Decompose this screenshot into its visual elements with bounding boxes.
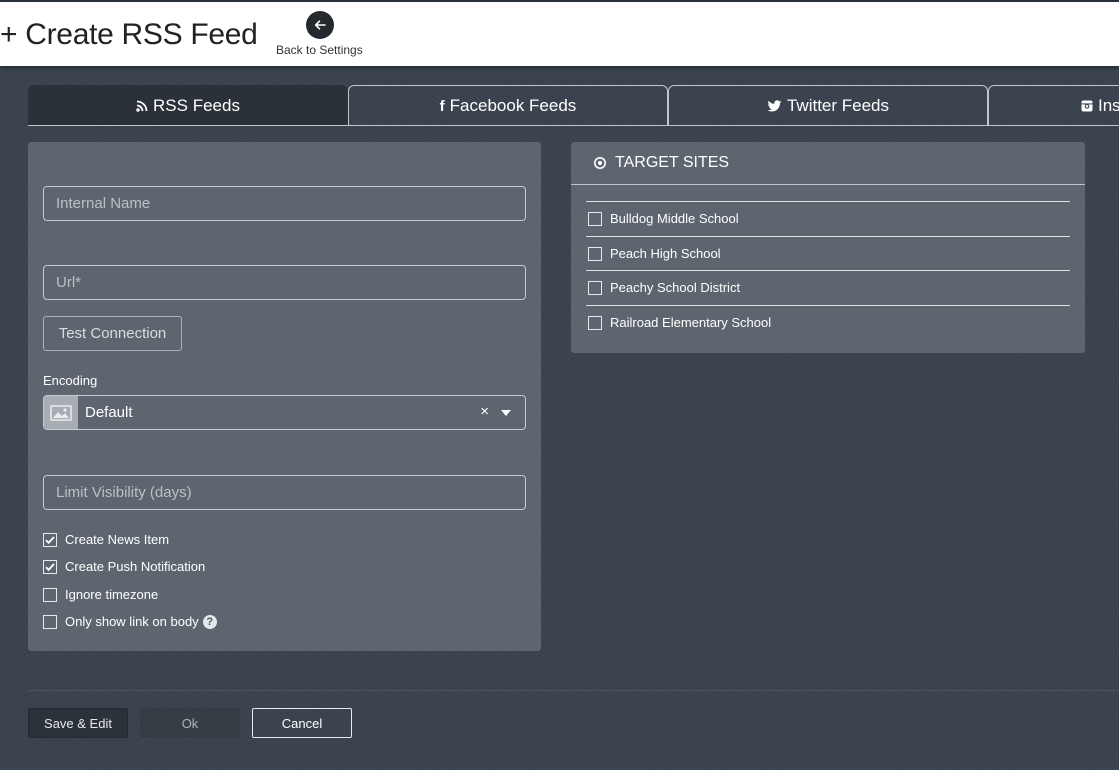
test-connection-button[interactable]: Test Connection	[43, 316, 182, 351]
tab-label: Facebook Feeds	[449, 96, 577, 115]
ok-button[interactable]: Ok	[140, 708, 240, 738]
facebook-icon: f	[439, 97, 445, 115]
checkbox-unchecked-icon[interactable]	[588, 315, 602, 330]
chevron-down-icon[interactable]	[501, 410, 511, 416]
encoding-select[interactable]: Default ×	[43, 395, 526, 430]
save-edit-button[interactable]: Save & Edit	[28, 708, 128, 738]
twitter-icon	[767, 99, 782, 113]
encoding-value: Default	[85, 404, 133, 421]
site-label: Railroad Elementary School	[610, 315, 772, 330]
site-label: Bulldog Middle School	[610, 211, 739, 226]
help-icon[interactable]: ?	[202, 614, 217, 629]
feed-settings-panel: Test Connection Encoding Default × Creat…	[28, 142, 541, 651]
tab-rss-feeds[interactable]: RSS Feeds	[28, 85, 348, 126]
back-to-settings-link[interactable]: Back to Settings	[276, 43, 363, 57]
site-item[interactable]: Bulldog Middle School	[586, 201, 1070, 235]
feed-tabs: RSS Feeds f Facebook Feeds Twitter Feeds…	[28, 85, 1119, 126]
tab-facebook-feeds[interactable]: f Facebook Feeds	[348, 85, 668, 126]
instagram-icon	[1081, 100, 1093, 112]
site-label: Peachy School District	[610, 280, 741, 295]
target-icon	[593, 156, 607, 170]
create-push-notification-checkbox[interactable]: Create Push Notification	[43, 559, 205, 574]
rss-icon	[136, 100, 148, 112]
checkbox-unchecked-icon[interactable]	[588, 280, 602, 295]
site-item[interactable]: Railroad Elementary School	[586, 305, 1070, 339]
checkbox-label: Ignore timezone	[65, 587, 159, 602]
target-sites-panel: TARGET SITES Bulldog Middle School Peach…	[571, 142, 1085, 353]
cancel-button[interactable]: Cancel	[252, 708, 352, 738]
site-item[interactable]: Peach High School	[586, 236, 1070, 270]
tab-divider	[28, 125, 1119, 126]
tab-twitter-feeds[interactable]: Twitter Feeds	[668, 85, 988, 126]
ignore-timezone-checkbox[interactable]: Ignore timezone	[43, 587, 158, 602]
tab-label: RSS Feeds	[153, 96, 240, 115]
tab-instagram-feeds[interactable]: Inst	[988, 85, 1119, 126]
checkbox-unchecked-icon[interactable]	[43, 587, 57, 602]
page-title: + Create RSS Feed	[0, 18, 258, 51]
url-input[interactable]	[43, 265, 526, 300]
page-header: + Create RSS Feed Back to Settings	[0, 0, 1119, 66]
checkbox-label: Create News Item	[65, 532, 170, 547]
checkbox-unchecked-icon[interactable]	[43, 614, 57, 629]
site-label: Peach High School	[610, 246, 721, 261]
checkbox-label: Create Push Notification	[65, 559, 206, 574]
tab-label: Inst	[1098, 96, 1119, 115]
checkbox-checked-icon[interactable]	[43, 559, 57, 574]
image-placeholder-icon	[44, 396, 78, 429]
footer-divider	[28, 690, 1119, 691]
limit-visibility-input[interactable]	[43, 475, 526, 510]
checkbox-unchecked-icon[interactable]	[588, 211, 602, 226]
checkbox-unchecked-icon[interactable]	[588, 246, 602, 261]
tab-label: Twitter Feeds	[786, 96, 890, 115]
site-item[interactable]: Peachy School District	[586, 270, 1070, 304]
encoding-label: Encoding	[43, 373, 98, 388]
internal-name-input[interactable]	[43, 186, 526, 221]
clear-selection-icon[interactable]: ×	[480, 403, 489, 420]
checkbox-checked-icon[interactable]	[43, 532, 57, 547]
only-show-link-checkbox[interactable]: Only show link on body ?	[43, 614, 217, 629]
target-sites-title: TARGET SITES	[615, 154, 730, 171]
target-sites-header: TARGET SITES	[571, 142, 1085, 185]
back-arrow-icon[interactable]	[306, 11, 334, 39]
checkbox-label: Only show link on body	[65, 614, 199, 629]
create-news-item-checkbox[interactable]: Create News Item	[43, 532, 169, 547]
